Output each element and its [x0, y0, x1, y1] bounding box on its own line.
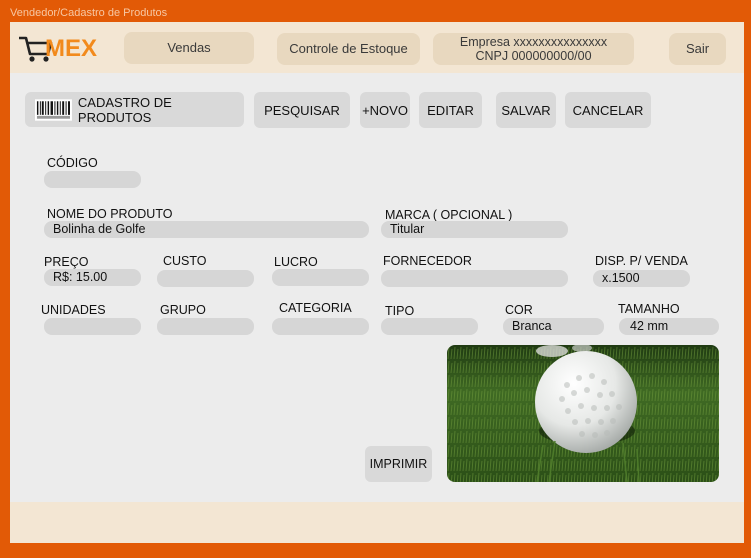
- salvar-button[interactable]: SALVAR: [496, 92, 556, 128]
- header-bar: MEX Vendas Controle de Estoque Empresa x…: [10, 22, 744, 73]
- novo-label: +NOVO: [362, 102, 408, 118]
- footer-bar: [10, 502, 744, 543]
- company-name: Empresa xxxxxxxxxxxxxxx: [459, 35, 608, 49]
- cancelar-button[interactable]: CANCELAR: [565, 92, 651, 128]
- nav-estoque-label: Controle de Estoque: [289, 41, 408, 56]
- salvar-label: SALVAR: [501, 102, 551, 118]
- shopping-cart-icon: MEX: [19, 35, 97, 62]
- lucro-field[interactable]: [272, 269, 369, 286]
- pesquisar-label: PESQUISAR: [264, 102, 340, 118]
- pesquisar-button[interactable]: PESQUISAR: [254, 92, 350, 128]
- tipo-field[interactable]: [381, 318, 478, 335]
- marca-field[interactable]: Titular: [381, 221, 568, 238]
- company-info: Empresa xxxxxxxxxxxxxxx CNPJ 000000000/0…: [433, 33, 634, 65]
- window-title: Vendedor/Cadastro de Produtos: [10, 7, 168, 19]
- custo-field[interactable]: [157, 270, 254, 287]
- unidades-field[interactable]: [44, 318, 141, 335]
- nav-vendas-label: Vendas: [167, 40, 211, 55]
- novo-button[interactable]: +NOVO: [360, 92, 410, 128]
- fornecedor-label: FORNECEDOR: [383, 254, 472, 268]
- tamanho-label: TAMANHO: [618, 302, 680, 316]
- unidades-label: UNIDADES: [41, 303, 106, 317]
- nav-estoque-button[interactable]: Controle de Estoque: [277, 33, 420, 65]
- disp-venda-label: DISP. P/ VENDA: [595, 254, 688, 268]
- cor-label: COR: [505, 303, 533, 317]
- categoria-label: CATEGORIA: [279, 301, 352, 315]
- section-label: CADASTRO DE PRODUTOS: [77, 94, 172, 125]
- logo-text: MEX: [45, 35, 97, 62]
- product-image: [447, 345, 719, 482]
- categoria-field[interactable]: [272, 318, 369, 335]
- golf-ball-photo: [447, 345, 719, 482]
- nav-vendas-button[interactable]: Vendas: [124, 32, 254, 64]
- nome-produto-field[interactable]: Bolinha de Golfe: [44, 221, 369, 238]
- editar-button[interactable]: EDITAR: [419, 92, 482, 128]
- imprimir-label: IMPRIMIR: [369, 457, 428, 471]
- cancelar-label: CANCELAR: [572, 102, 644, 118]
- barcode-icon: [35, 98, 72, 121]
- mex-logo: MEX: [17, 32, 105, 64]
- fornecedor-field[interactable]: [381, 270, 568, 287]
- preco-field[interactable]: R$: 15.00: [44, 269, 141, 286]
- preco-label: PREÇO: [44, 255, 89, 269]
- logout-label: Sair: [685, 41, 710, 56]
- company-cnpj: CNPJ 000000000/00: [475, 49, 592, 63]
- section-cadastro-produtos: CADASTRO DE PRODUTOS: [25, 92, 244, 127]
- imprimir-button[interactable]: IMPRIMIR: [365, 446, 432, 482]
- codigo-field[interactable]: [44, 171, 141, 188]
- main-window: MEX Vendas Controle de Estoque Empresa x…: [10, 22, 744, 543]
- codigo-label: CÓDIGO: [47, 156, 98, 170]
- tamanho-field[interactable]: 42 mm: [619, 318, 719, 335]
- marca-label: MARCA ( OPCIONAL ): [385, 208, 513, 222]
- disp-venda-field[interactable]: x.1500: [593, 270, 690, 287]
- editar-label: EDITAR: [427, 102, 474, 118]
- logout-button[interactable]: Sair: [669, 33, 726, 65]
- custo-label: CUSTO: [163, 254, 207, 268]
- lucro-label: LUCRO: [274, 255, 318, 269]
- grupo-label: GRUPO: [160, 303, 206, 317]
- cor-field[interactable]: Branca: [503, 318, 604, 335]
- grupo-field[interactable]: [157, 318, 254, 335]
- tipo-label: TIPO: [385, 304, 415, 318]
- nome-produto-label: NOME DO PRODUTO: [47, 207, 173, 221]
